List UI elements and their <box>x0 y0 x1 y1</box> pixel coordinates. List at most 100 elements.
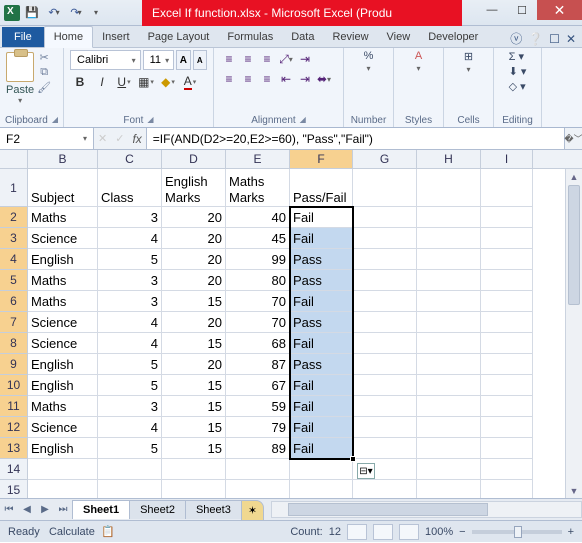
zoom-out-button[interactable]: − <box>459 526 465 538</box>
cell[interactable]: 5 <box>98 354 162 375</box>
insert-function-button[interactable]: fx <box>132 132 141 146</box>
fill-handle[interactable] <box>350 456 356 462</box>
align-left-button[interactable]: ≡ <box>220 70 238 88</box>
row-header-4[interactable]: 4 <box>0 249 28 270</box>
sheet-tab-2[interactable]: Sheet2 <box>129 500 186 519</box>
qat-customize[interactable]: ▾ <box>86 3 106 23</box>
cell[interactable]: Fail <box>290 291 353 312</box>
cell[interactable]: 4 <box>98 228 162 249</box>
cell[interactable] <box>353 438 417 459</box>
undo-button[interactable]: ↶▾ <box>44 3 64 23</box>
cell[interactable]: 89 <box>226 438 290 459</box>
page-break-view-button[interactable] <box>399 524 419 540</box>
sheet-nav-first[interactable]: ⏮ <box>0 501 18 519</box>
align-bottom-button[interactable]: ≡ <box>258 50 276 68</box>
row-header-9[interactable]: 9 <box>0 354 28 375</box>
cell[interactable] <box>417 228 481 249</box>
redo-button[interactable]: ↷▾ <box>66 3 86 23</box>
cell[interactable]: 68 <box>226 333 290 354</box>
tab-home[interactable]: Home <box>44 26 93 48</box>
cell[interactable] <box>290 459 353 480</box>
cell[interactable]: 5 <box>98 375 162 396</box>
cell[interactable] <box>417 291 481 312</box>
cell[interactable]: English <box>28 438 98 459</box>
cell[interactable]: English Marks <box>162 169 226 207</box>
row-header-8[interactable]: 8 <box>0 333 28 354</box>
cell[interactable]: 20 <box>162 312 226 333</box>
tab-view[interactable]: View <box>378 27 420 47</box>
cell[interactable] <box>481 375 533 396</box>
cell[interactable] <box>98 480 162 498</box>
cell[interactable] <box>353 354 417 375</box>
cell[interactable] <box>353 417 417 438</box>
help-button[interactable]: ❔ <box>528 32 543 46</box>
cell[interactable] <box>481 270 533 291</box>
cell[interactable]: Pass <box>290 270 353 291</box>
cut-button[interactable]: ✂ <box>36 50 52 64</box>
copy-button[interactable]: ⧉ <box>36 65 52 79</box>
cell[interactable] <box>481 312 533 333</box>
autofill-options-button[interactable]: ⊟▾ <box>357 463 375 479</box>
close-button[interactable]: ✕ <box>537 0 582 20</box>
workbook-close-button[interactable]: ✕ <box>566 32 576 46</box>
cell[interactable] <box>353 249 417 270</box>
sheet-nav-prev[interactable]: ◀ <box>18 501 36 519</box>
cell[interactable] <box>481 291 533 312</box>
col-header-B[interactable]: B <box>28 150 98 168</box>
cell[interactable] <box>481 207 533 228</box>
increase-indent-button[interactable]: ⇥ <box>296 70 314 88</box>
align-top-button[interactable]: ≡ <box>220 50 238 68</box>
cell[interactable] <box>417 270 481 291</box>
cell[interactable]: 15 <box>162 375 226 396</box>
row-header-11[interactable]: 11 <box>0 396 28 417</box>
cell[interactable] <box>353 396 417 417</box>
cell[interactable]: Class <box>98 169 162 207</box>
cell[interactable] <box>417 438 481 459</box>
cell[interactable]: 70 <box>226 312 290 333</box>
format-painter-button[interactable]: 🖌 <box>36 80 52 94</box>
row-header-14[interactable]: 14 <box>0 459 28 480</box>
cell[interactable]: 15 <box>162 417 226 438</box>
cell[interactable]: 4 <box>98 312 162 333</box>
scroll-thumb[interactable] <box>568 185 580 305</box>
cell[interactable]: 20 <box>162 354 226 375</box>
cell[interactable] <box>417 375 481 396</box>
decrease-indent-button[interactable]: ⇤ <box>277 70 295 88</box>
cell[interactable] <box>28 459 98 480</box>
cell[interactable] <box>481 354 533 375</box>
font-color-button[interactable]: A▾ <box>180 72 200 92</box>
cell[interactable]: Fail <box>290 396 353 417</box>
cell[interactable]: Maths <box>28 291 98 312</box>
row-header-3[interactable]: 3 <box>0 228 28 249</box>
cell[interactable] <box>481 459 533 480</box>
cell[interactable]: Maths <box>28 207 98 228</box>
cell[interactable] <box>162 480 226 498</box>
row-header-2[interactable]: 2 <box>0 207 28 228</box>
paste-button[interactable]: Paste ▾ <box>6 50 34 105</box>
row-header-15[interactable]: 15 <box>0 480 28 498</box>
cell[interactable]: 67 <box>226 375 290 396</box>
row-header-7[interactable]: 7 <box>0 312 28 333</box>
cell[interactable]: Science <box>28 417 98 438</box>
cell[interactable] <box>417 354 481 375</box>
cell[interactable] <box>417 480 481 498</box>
cell[interactable]: Fail <box>290 438 353 459</box>
zoom-level[interactable]: 100% <box>425 526 453 538</box>
tab-insert[interactable]: Insert <box>93 27 139 47</box>
row-header-1[interactable]: 1 <box>0 169 28 207</box>
maximize-button[interactable]: ☐ <box>507 0 537 20</box>
merge-button[interactable]: ⬌▾ <box>315 70 333 88</box>
col-header-H[interactable]: H <box>417 150 481 168</box>
row-header-10[interactable]: 10 <box>0 375 28 396</box>
cell[interactable] <box>226 480 290 498</box>
excel-icon[interactable] <box>4 5 20 21</box>
cell[interactable]: Maths <box>28 270 98 291</box>
cell[interactable]: 3 <box>98 207 162 228</box>
col-header-G[interactable]: G <box>353 150 417 168</box>
number-format-button[interactable]: %▾ <box>364 50 374 74</box>
cell[interactable]: Science <box>28 333 98 354</box>
col-header-D[interactable]: D <box>162 150 226 168</box>
minimize-ribbon-button[interactable]: ⓥ <box>510 30 522 47</box>
name-box[interactable]: F2▾ <box>0 128 94 149</box>
cell[interactable]: 3 <box>98 291 162 312</box>
